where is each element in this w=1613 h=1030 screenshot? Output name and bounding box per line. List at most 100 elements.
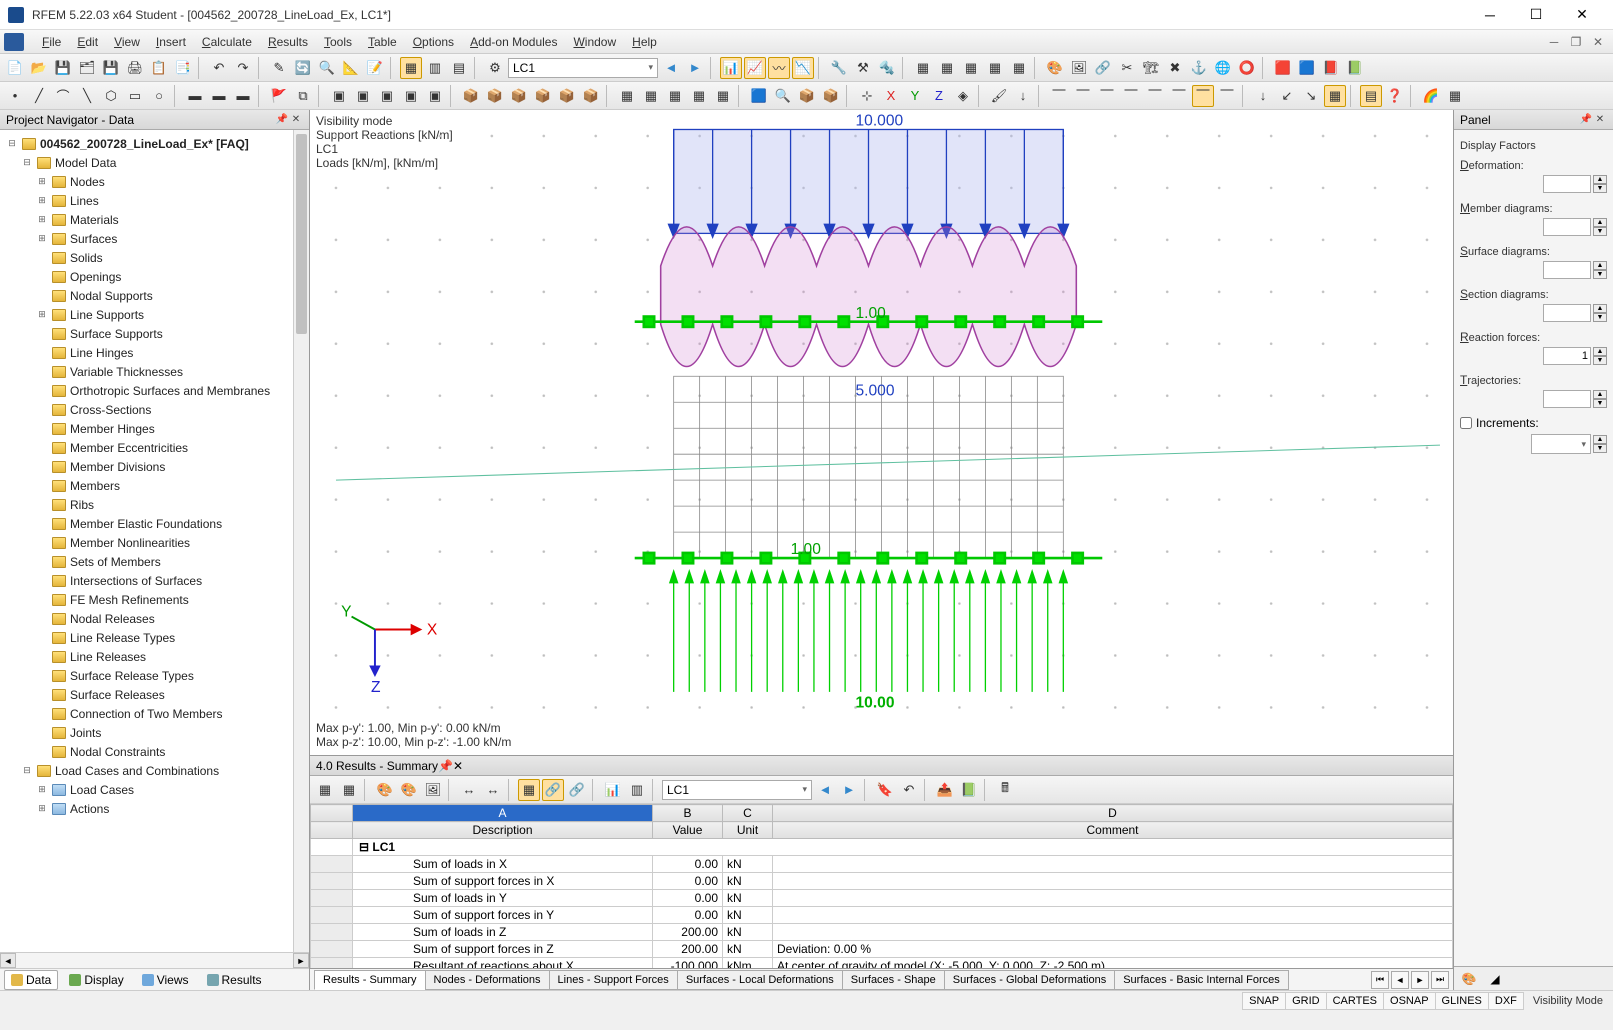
menu-edit[interactable]: Edit <box>69 32 106 52</box>
open-button[interactable]: 📂 <box>28 57 50 79</box>
results-prev-button[interactable]: ◄ <box>814 779 836 801</box>
next-lc-button[interactable]: ► <box>684 57 706 79</box>
menu-add-on-modules[interactable]: Add-on Modules <box>462 32 565 52</box>
nav-tab-display[interactable]: Display <box>62 970 130 990</box>
render-1[interactable]: 🎨 <box>1044 57 1066 79</box>
increments-combo[interactable] <box>1531 434 1591 454</box>
element-8[interactable]: ⎺ <box>1216 85 1238 107</box>
link-tool[interactable]: 🔗 <box>1092 57 1114 79</box>
rp-spin-down-3[interactable]: ▼ <box>1593 313 1607 322</box>
model-canvas[interactable]: Visibility mode Support Reactions [kN/m]… <box>310 110 1453 755</box>
solid-4[interactable]: ▣ <box>400 85 422 107</box>
result-nav-0[interactable]: ⏮ <box>1371 971 1389 989</box>
rp-spin-up-2[interactable]: ▲ <box>1593 261 1607 270</box>
force-4[interactable]: ▦ <box>1324 85 1346 107</box>
result-nav-3[interactable]: ⏭ <box>1431 971 1449 989</box>
tree-item-member-elastic-foundations[interactable]: Member Elastic Foundations <box>0 514 309 533</box>
tree-item-joints[interactable]: Joints <box>0 723 309 742</box>
view-toggle-2-button[interactable]: ▥ <box>424 57 446 79</box>
crane-tool[interactable]: 🏗 <box>1140 57 1162 79</box>
results-view-2[interactable]: 📈 <box>744 57 766 79</box>
tree-item-member-nonlinearities[interactable]: Member Nonlinearities <box>0 533 309 552</box>
prev-lc-button[interactable]: ◄ <box>660 57 682 79</box>
tree-load-cases-sub[interactable]: ⊞Load Cases <box>0 780 309 799</box>
result-tab-0[interactable]: Results - Summary <box>314 970 426 990</box>
axis-tool[interactable]: ⊹ <box>856 85 878 107</box>
xyz-x[interactable]: X <box>880 85 902 107</box>
measure-button[interactable]: 📐 <box>340 57 362 79</box>
circle2-tool[interactable]: ○ <box>148 85 170 107</box>
notes-button[interactable]: 📝 <box>364 57 386 79</box>
box-4[interactable]: 📦 <box>532 85 554 107</box>
menu-table[interactable]: Table <box>360 32 405 52</box>
rt-9[interactable]: 🔗 <box>542 779 564 801</box>
result-nav-2[interactable]: ► <box>1411 971 1429 989</box>
tree-scrollbar[interactable] <box>293 130 309 952</box>
rp-input-5[interactable] <box>1543 390 1591 408</box>
inc-up[interactable]: ▲ <box>1593 435 1607 444</box>
mdi-restore-button[interactable]: ❐ <box>1565 33 1587 51</box>
tool-b[interactable]: ⚒ <box>852 57 874 79</box>
tool-a[interactable]: 🔧 <box>828 57 850 79</box>
close-button[interactable]: ✕ <box>1559 0 1605 30</box>
grid-tool-1[interactable]: ▦ <box>912 57 934 79</box>
scissors-tool[interactable]: ✂ <box>1116 57 1138 79</box>
element-2[interactable]: ⎺ <box>1072 85 1094 107</box>
result-tab-4[interactable]: Surfaces - Shape <box>842 970 945 990</box>
menu-insert[interactable]: Insert <box>148 32 194 52</box>
rp-spin-up-3[interactable]: ▲ <box>1593 304 1607 313</box>
arrow-down-tool[interactable]: ↓ <box>1012 85 1034 107</box>
status-toggle-cartes[interactable]: CARTES <box>1326 992 1384 1010</box>
box-3[interactable]: 📦 <box>508 85 530 107</box>
table-row[interactable]: Sum of support forces in X0.00kN <box>311 873 1453 890</box>
surf-tool-3[interactable]: ▬ <box>232 85 254 107</box>
circle-tool[interactable]: ⭕ <box>1236 57 1258 79</box>
mdi-close-button[interactable]: ✕ <box>1587 33 1609 51</box>
rp-spin-down-0[interactable]: ▼ <box>1593 184 1607 193</box>
addon-4[interactable]: 📗 <box>1344 57 1366 79</box>
results-pin-icon[interactable]: 📌 <box>438 759 453 773</box>
rp-spin-down-5[interactable]: ▼ <box>1593 399 1607 408</box>
tree-load-cases[interactable]: ⊟Load Cases and Combinations <box>0 761 309 780</box>
box-1[interactable]: 📦 <box>460 85 482 107</box>
texture-4[interactable]: ▦ <box>688 85 710 107</box>
menu-view[interactable]: View <box>106 32 148 52</box>
addon-3[interactable]: 📕 <box>1320 57 1342 79</box>
grid-tool-3[interactable]: ▦ <box>960 57 982 79</box>
tree-item-line-supports[interactable]: ⊞Line Supports <box>0 305 309 324</box>
grid-tool-4[interactable]: ▦ <box>984 57 1006 79</box>
tree-item-cross-sections[interactable]: Cross-Sections <box>0 400 309 419</box>
mdi-minimize-button[interactable]: ─ <box>1543 33 1565 51</box>
view-toggle-3-button[interactable]: ▤ <box>448 57 470 79</box>
table-row[interactable]: Sum of loads in Z200.00kN <box>311 924 1453 941</box>
calc-button[interactable]: ⚙ <box>484 57 506 79</box>
rp-input-0[interactable] <box>1543 175 1591 193</box>
tree-item-line-hinges[interactable]: Line Hinges <box>0 343 309 362</box>
result-tab-1[interactable]: Nodes - Deformations <box>425 970 550 990</box>
rp-spin-down-2[interactable]: ▼ <box>1593 270 1607 279</box>
tree-item-solids[interactable]: Solids <box>0 248 309 267</box>
layer-tool[interactable]: ⧉ <box>292 85 314 107</box>
tree-item-surfaces[interactable]: ⊞Surfaces <box>0 229 309 248</box>
results-grid[interactable]: ABCDDescriptionValueUnitComment⊟ LC1Sum … <box>310 804 1453 968</box>
tree-item-openings[interactable]: Openings <box>0 267 309 286</box>
tree-item-ribs[interactable]: Ribs <box>0 495 309 514</box>
force-3[interactable]: ↘ <box>1300 85 1322 107</box>
rt-3[interactable]: 🎨 <box>374 779 396 801</box>
grid-final[interactable]: ▦ <box>1444 85 1466 107</box>
edit-button[interactable]: ✎ <box>268 57 290 79</box>
table-row[interactable]: Sum of support forces in Z200.00kNDeviat… <box>311 941 1453 958</box>
table-row[interactable]: Resultant of reactions about X-100.000kN… <box>311 958 1453 969</box>
rp-spin-down-1[interactable]: ▼ <box>1593 227 1607 236</box>
rt-calc[interactable]: 🖩 <box>994 779 1016 801</box>
results-view-1[interactable]: 📊 <box>720 57 742 79</box>
status-toggle-osnap[interactable]: OSNAP <box>1383 992 1436 1010</box>
render-2[interactable]: 🖼 <box>1068 57 1090 79</box>
box-5[interactable]: 📦 <box>556 85 578 107</box>
tree-item-connection-of-two-members[interactable]: Connection of Two Members <box>0 704 309 723</box>
menu-calculate[interactable]: Calculate <box>194 32 260 52</box>
tree-actions[interactable]: ⊞Actions <box>0 799 309 818</box>
tree-item-surface-supports[interactable]: Surface Supports <box>0 324 309 343</box>
box-2[interactable]: 📦 <box>484 85 506 107</box>
rp-pin-icon[interactable]: 📌 <box>1579 113 1593 127</box>
